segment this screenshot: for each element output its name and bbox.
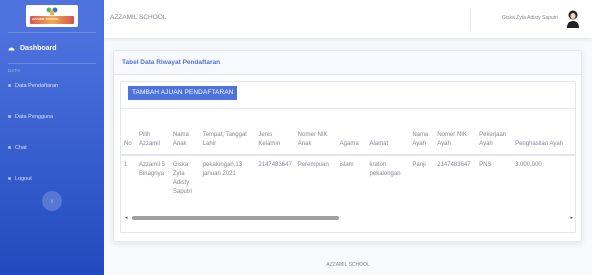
logo-emblem-icon: [46, 7, 58, 15]
logo-text: AZZAMIL SCHOOL: [32, 17, 59, 21]
column-header: Agama: [336, 108, 367, 156]
column-header: Tempat, Tanggal Lahir: [199, 108, 256, 156]
school-logo: AZZAMIL SCHOOL: [26, 5, 78, 27]
table-cell: Giska Zyta Adisty Saputri: [169, 154, 200, 208]
column-header: No: [121, 108, 136, 156]
column-header: Jenis Kelamin: [255, 108, 295, 156]
column-header: Nama Ayah: [409, 108, 435, 156]
column-header: Penghasilan Ayah: [512, 108, 575, 156]
sidebar-item-label: Data Pendaftaran: [15, 82, 59, 89]
scroll-left-icon[interactable]: ◂: [125, 215, 128, 221]
card-title: Tabel Data Riwayat Pendaftaran: [114, 51, 581, 75]
sidebar-item-label: Data Pengguna: [15, 113, 54, 120]
user-name[interactable]: Giska Zyta Adisty Saputri: [502, 15, 558, 21]
table-cell: islam: [336, 154, 367, 208]
table-header-row: No Pilih Azzamil Nama Anak Tempat, Tangg…: [121, 108, 575, 156]
card-body: TAMBAH AJUAN PENDAFTARAN No Pilih Azzami…: [120, 81, 576, 233]
table-cell: 2147483647: [255, 154, 295, 208]
dashboard-icon: [8, 47, 15, 51]
sidebar-toggle-button[interactable]: ‹: [42, 191, 62, 211]
sidebar-item-dashboard[interactable]: Dashboard: [0, 33, 104, 63]
sidebar-item-label: Dashboard: [20, 44, 57, 52]
table-cell: Azzamil 5 Binagriya: [135, 154, 170, 208]
table-cell: pekalongan,13 januari 2021: [199, 154, 256, 208]
column-header: Nomer NIK Ayah: [434, 108, 477, 156]
table-cell: kraton pekalongan: [366, 154, 410, 208]
footer: AZZAMIL SCHOOL: [326, 262, 370, 268]
table-cell: 3.000,000: [512, 154, 575, 208]
bullet-icon: [8, 146, 11, 149]
table-row: 1 Azzamil 5 Binagriya Giska Zyta Adisty …: [121, 154, 575, 208]
sidebar-item-logout[interactable]: Logout: [0, 169, 104, 188]
sidebar-item-data-pengguna[interactable]: Data Pengguna: [0, 107, 104, 126]
column-header: Pekerjaan Ayah: [476, 108, 513, 156]
sidebar-item-label: Chat: [15, 144, 27, 151]
table-container[interactable]: No Pilih Azzamil Nama Anak Tempat, Tangg…: [121, 108, 575, 208]
chevron-left-icon: ‹: [50, 197, 54, 205]
column-header: Nomer NIK Anak: [294, 108, 337, 156]
scrollbar-thumb[interactable]: [132, 216, 339, 220]
column-header: Alamat: [366, 108, 410, 156]
bullet-icon: [8, 84, 11, 87]
table-cell: 1: [121, 154, 136, 208]
table-cell: Panji: [409, 154, 435, 208]
sidebar-item-label: Logout: [15, 175, 32, 182]
bullet-icon: [8, 177, 11, 180]
horizontal-scrollbar[interactable]: ◂ ▸: [121, 214, 575, 222]
sidebar: AZZAMIL SCHOOL Dashboard DATA Data Penda…: [0, 0, 104, 275]
sidebar-item-data-pendaftaran[interactable]: Data Pendaftaran: [0, 76, 104, 95]
history-card: Tabel Data Riwayat Pendaftaran TAMBAH AJ…: [113, 50, 582, 242]
scroll-right-icon[interactable]: ▸: [570, 215, 573, 221]
sidebar-heading: DATA: [8, 68, 21, 73]
add-registration-button[interactable]: TAMBAH AJUAN PENDAFTARAN: [128, 86, 238, 100]
registration-table: No Pilih Azzamil Nama Anak Tempat, Tangg…: [121, 108, 575, 208]
table-cell: Perempuan: [294, 154, 337, 208]
sidebar-item-chat[interactable]: Chat: [0, 138, 104, 157]
user-avatar-icon[interactable]: [566, 9, 580, 29]
bullet-icon: [8, 115, 11, 118]
table-cell: PNS: [476, 154, 513, 208]
topbar-divider: [470, 8, 471, 30]
school-name: AZZAMIL SCHOOL: [110, 14, 167, 21]
table-cell: 2147483647: [434, 154, 477, 208]
brand[interactable]: AZZAMIL SCHOOL: [0, 0, 104, 32]
topbar: AZZAMIL SCHOOL Giska Zyta Adisty Saputri: [104, 0, 592, 38]
column-header: Pilih Azzamil: [135, 108, 170, 156]
column-header: Nama Anak: [169, 108, 200, 156]
